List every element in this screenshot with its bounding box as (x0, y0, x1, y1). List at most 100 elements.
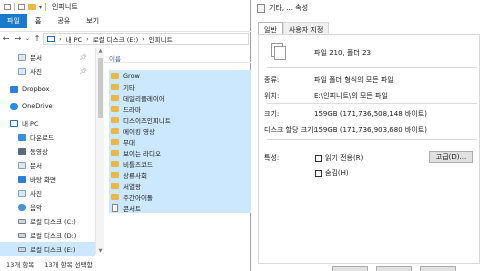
file-row[interactable]: 디스이즈인피니트 (109, 114, 251, 125)
up-arrow-icon[interactable]: ↑ (31, 34, 43, 43)
file-row[interactable]: 상류사회 (109, 169, 251, 180)
apply-button[interactable] (420, 266, 456, 271)
nav-item-label: 문서 (30, 162, 42, 170)
file-row[interactable]: 비틀즈코드 (109, 158, 251, 169)
hidden-label: 숨김(H) (325, 169, 349, 177)
recent-dropdown-icon[interactable]: ⌄ (24, 35, 31, 42)
folder-icon (111, 94, 119, 101)
nav-item-label: 음악 (30, 204, 42, 212)
folder-icon (111, 193, 119, 200)
pin-icon[interactable]: 📌︎ (79, 68, 87, 75)
ok-button[interactable] (332, 266, 368, 271)
file-row[interactable]: 서열왕 (109, 180, 251, 191)
tab-view[interactable]: 보기 (78, 14, 107, 28)
readonly-label: 읽기 전용(R) (325, 154, 364, 162)
tab-file[interactable]: 파일 (0, 14, 27, 28)
folder-icon (111, 149, 119, 156)
scroll-up-icon[interactable]: ▲ (97, 48, 104, 54)
file-icon (112, 203, 118, 212)
file-row[interactable]: 기타 (109, 81, 251, 92)
nav-item-pictures[interactable]: 사진 📌︎ (0, 64, 95, 78)
column-header-divider (104, 62, 251, 63)
readonly-checkbox[interactable]: 읽기 전용(R) (315, 153, 363, 163)
file-name: 무대 (123, 138, 135, 147)
checkbox-quick-icon[interactable] (18, 4, 25, 10)
desktop-icon (18, 175, 26, 183)
folder-icon (111, 105, 119, 112)
file-row[interactable]: 무대 (109, 136, 251, 147)
nav-item-desktop[interactable]: 바탕 화면 (0, 172, 95, 186)
divider (267, 103, 477, 104)
properties-dialog: 기타, ... 속성 일반 사용자 지정 파일 210, 폴더 23 종류: 파… (252, 0, 480, 271)
nav-item-dropbox[interactable]: Dropbox (0, 82, 95, 96)
file-name: 상류사회 (123, 171, 147, 180)
file-row[interactable]: 콘서트 (109, 202, 251, 213)
nav-item-label: 로컬 디스크 (C:) (30, 218, 76, 226)
documents-icon (18, 161, 26, 169)
folder-icon (111, 72, 119, 79)
nav-item-label: 로컬 디스크 (D:) (30, 232, 77, 240)
file-row[interactable]: Grow (109, 70, 251, 81)
forward-arrow-icon[interactable]: → (12, 34, 24, 43)
file-row[interactable]: 보이는 라디오 (109, 147, 251, 158)
explorer-titlebar: ▾ 인피니트 (0, 0, 251, 14)
nav-item-this-pc[interactable]: 내 PC (0, 116, 95, 130)
nav-item-label: 내 PC (22, 120, 39, 128)
ribbon-tabs: 파일 홈 공유 보기 (0, 14, 251, 28)
items-summary: 파일 210, 폴더 23 (314, 49, 371, 57)
checkbox-icon[interactable] (315, 169, 322, 177)
scroll-down-icon[interactable]: ▼ (97, 248, 104, 254)
file-name: Grow (123, 71, 140, 80)
nav-item-label: 동영상 (30, 148, 48, 156)
file-row[interactable]: 드라마 (109, 103, 251, 114)
drive-icon (18, 246, 26, 252)
address-bar[interactable]: › 내 PC › 로컬 디스크 (E:) › 인피니트 (43, 32, 249, 45)
divider (267, 139, 477, 140)
download-icon (18, 133, 26, 141)
nav-item-onedrive[interactable]: OneDrive (0, 99, 95, 113)
nav-item-pictures-pc[interactable]: 사진 (0, 186, 95, 200)
hidden-checkbox[interactable]: 숨김(H) (315, 168, 349, 178)
location-value: E:\인피니트\의 모든 파일 (314, 92, 388, 100)
file-row[interactable]: 주간아이돌 (109, 191, 251, 202)
scrollbar-thumb[interactable] (98, 58, 103, 118)
tab-share[interactable]: 공유 (49, 14, 78, 28)
titlebar-divider (14, 3, 15, 11)
breadcrumb-folder[interactable]: 인피니트 (149, 34, 173, 44)
address-row: ← → ⌄ ↑ › 내 PC › 로컬 디스크 (E:) › 인피니트 (0, 31, 251, 45)
videos-icon (18, 147, 26, 155)
drive-icon (18, 218, 26, 224)
breadcrumb-separator: › (59, 34, 62, 43)
nav-item-drive-d[interactable]: 로컬 디스크 (D:) (0, 228, 95, 242)
drive-icon (18, 232, 26, 238)
nav-item-drive-c[interactable]: 로컬 디스크 (C:) (0, 214, 95, 228)
file-row[interactable]: 데일리플레이어 (109, 92, 251, 103)
nav-item-videos[interactable]: 동영상 (0, 144, 95, 158)
pc-icon (10, 119, 18, 127)
dialog-buttons (332, 266, 456, 271)
size-label: 크기: (264, 110, 280, 118)
tab-home[interactable]: 홈 (27, 14, 49, 28)
nav-item-documents[interactable]: 문서 📌︎ (0, 50, 95, 64)
file-name: 데일리플레이어 (123, 94, 165, 103)
breadcrumb-drive[interactable]: 로컬 디스크 (E:) (93, 34, 138, 44)
back-arrow-icon[interactable]: ← (0, 34, 12, 43)
type-value: 파일 폴더 형식의 모든 파일 (314, 76, 394, 84)
window-title: 인피니트 (52, 3, 78, 11)
breadcrumb-pc[interactable]: 내 PC (66, 34, 83, 44)
pin-icon[interactable]: 📌︎ (79, 54, 87, 61)
folder-icon (111, 116, 119, 123)
nav-item-downloads[interactable]: 다운로드 (0, 130, 95, 144)
properties-quick-icon[interactable] (4, 4, 11, 10)
nav-item-music[interactable]: 음악 (0, 200, 95, 214)
nav-item-documents-pc[interactable]: 문서 (0, 158, 95, 172)
cancel-button[interactable] (376, 266, 412, 271)
quick-access-dropdown-icon[interactable]: ▾ (39, 4, 42, 11)
nav-scrollbar[interactable]: ▲ ▼ (95, 48, 104, 254)
file-row[interactable]: 메이킹 영상 (109, 125, 251, 136)
checkbox-icon[interactable] (315, 154, 322, 162)
nav-item-drive-e[interactable]: 로컬 디스크 (E:) (0, 242, 95, 256)
folder-icon (111, 171, 119, 178)
new-folder-quick-icon[interactable] (28, 4, 36, 10)
advanced-button[interactable]: 고급(D)... (429, 151, 473, 163)
